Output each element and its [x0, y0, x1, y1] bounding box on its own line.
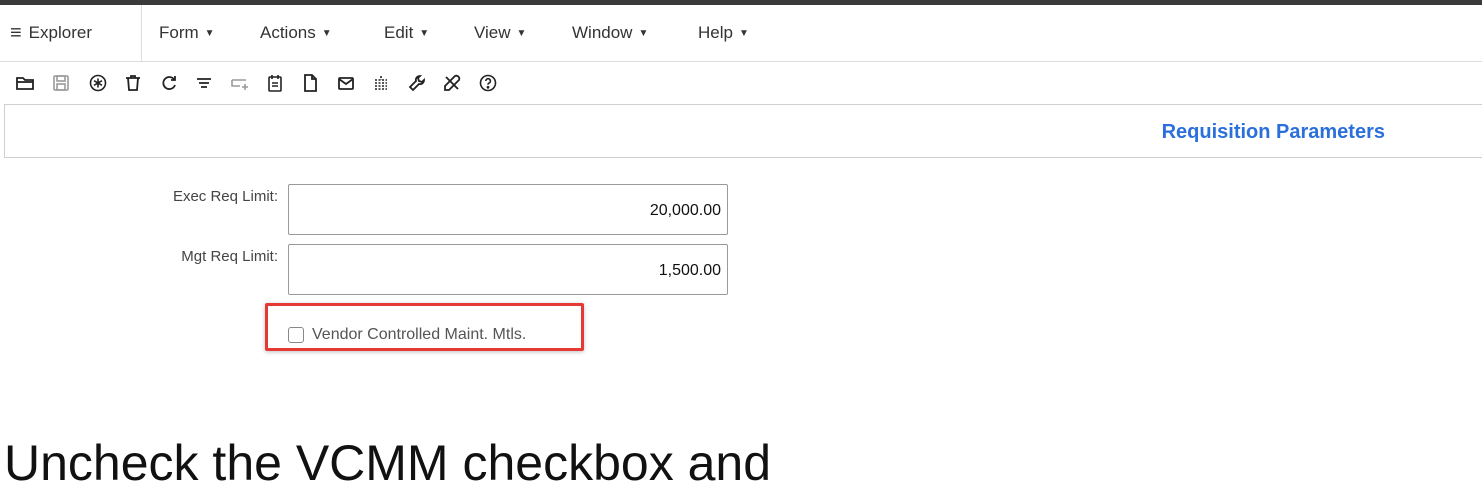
- delete-trash-icon[interactable]: [122, 72, 144, 94]
- menu-form-label: Form: [159, 23, 199, 42]
- menu-actions-label: Actions: [260, 23, 316, 42]
- exec-req-limit-label: Exec Req Limit:: [172, 188, 278, 205]
- document-icon[interactable]: [299, 72, 321, 94]
- save-icon[interactable]: [50, 72, 72, 94]
- notes-icon[interactable]: [264, 72, 286, 94]
- mgt-req-limit-value: 1,500.00: [658, 262, 721, 279]
- menu-bar: ≡ Explorer Form ▼ Actions ▼ Edit ▼ View ▼ Wi…: [0, 5, 1482, 62]
- new-asterisk-icon[interactable]: [87, 72, 109, 94]
- page-title: Requisition Parameters: [1161, 121, 1385, 143]
- menu-actions[interactable]: Actions ▼: [260, 21, 332, 45]
- hamburger-icon: ≡: [10, 22, 22, 44]
- hierarchy-icon[interactable]: [370, 72, 392, 94]
- menu-form[interactable]: Form ▼: [159, 21, 215, 45]
- exec-req-limit-field[interactable]: 20,000.00: [288, 184, 728, 235]
- menu-help[interactable]: Help ▼: [698, 21, 749, 45]
- caret-down-icon: ▼: [321, 27, 332, 39]
- exec-req-limit-value: 20,000.00: [649, 202, 721, 219]
- toolbar: [0, 62, 1482, 102]
- tools-icon[interactable]: [441, 72, 463, 94]
- caret-down-icon: ▼: [738, 27, 749, 39]
- menu-window[interactable]: Window ▼: [572, 21, 648, 45]
- explorer-label: Explorer: [28, 23, 92, 42]
- form-title-bar: Requisition Parameters: [4, 104, 1482, 158]
- refresh-icon[interactable]: [158, 72, 180, 94]
- explorer-menu[interactable]: ≡ Explorer: [10, 21, 92, 45]
- mgt-req-limit-field[interactable]: 1,500.00: [288, 244, 728, 295]
- menu-edit-label: Edit: [384, 23, 414, 42]
- add-row-icon[interactable]: [229, 72, 251, 94]
- menu-view[interactable]: View ▼: [474, 21, 526, 45]
- open-folder-icon[interactable]: [14, 72, 36, 94]
- filter-icon[interactable]: [193, 72, 215, 94]
- vendor-controlled-label[interactable]: Vendor Controlled Maint. Mtls.: [312, 326, 526, 344]
- menu-divider: [141, 5, 142, 61]
- email-icon[interactable]: [335, 72, 357, 94]
- menu-help-label: Help: [698, 23, 733, 42]
- instruction-caption: Uncheck the VCMM checkbox and: [4, 435, 772, 491]
- menu-view-label: View: [474, 23, 511, 42]
- vendor-controlled-checkbox[interactable]: [288, 327, 304, 343]
- wrench-icon[interactable]: [406, 72, 428, 94]
- help-icon[interactable]: [477, 72, 499, 94]
- caret-down-icon: ▼: [516, 27, 527, 39]
- mgt-req-limit-label: Mgt Req Limit:: [181, 248, 278, 265]
- caret-down-icon: ▼: [638, 27, 649, 39]
- caret-down-icon: ▼: [419, 27, 430, 39]
- menu-edit[interactable]: Edit ▼: [384, 21, 429, 45]
- menu-window-label: Window: [572, 23, 633, 42]
- caret-down-icon: ▼: [204, 27, 215, 39]
